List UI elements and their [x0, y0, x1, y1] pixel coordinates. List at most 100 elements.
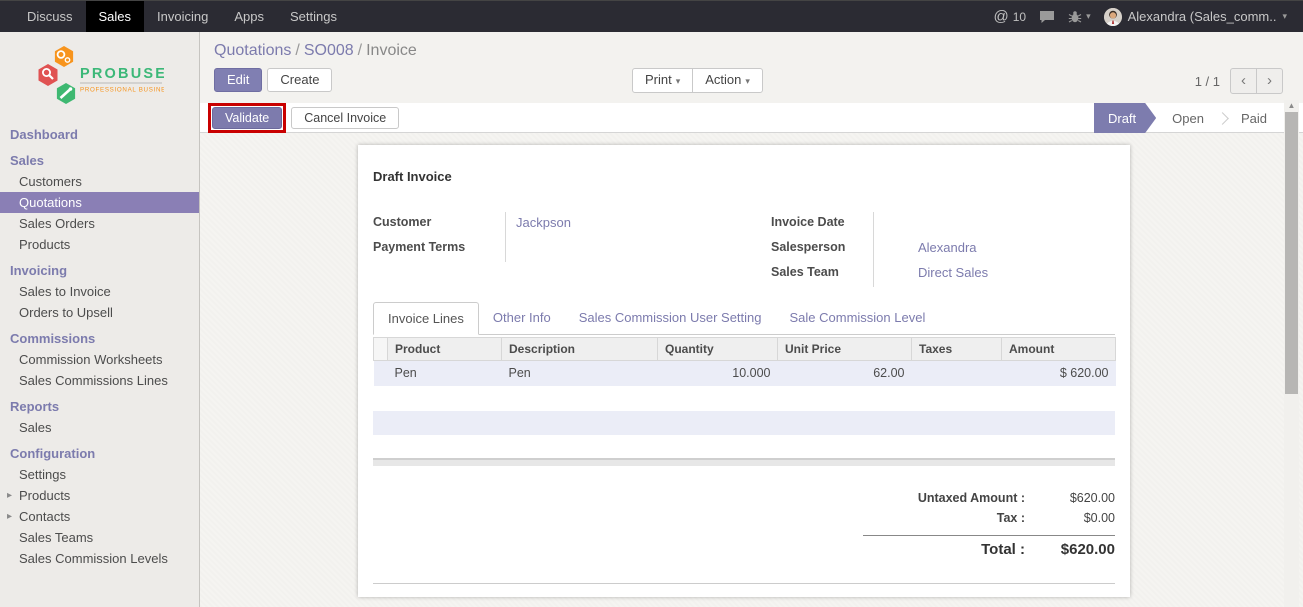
- column-header-description[interactable]: Description: [502, 338, 658, 361]
- sidebar-item-products[interactable]: Products: [0, 234, 199, 255]
- stage-paid[interactable]: Paid: [1225, 103, 1283, 133]
- nav-item-invoicing[interactable]: Invoicing: [144, 1, 221, 32]
- cancel-invoice-button[interactable]: Cancel Invoice: [291, 107, 399, 129]
- sidebar-header-dashboard: Dashboard: [0, 124, 199, 145]
- sidebar-item-quotations[interactable]: Quotations: [0, 192, 199, 213]
- create-button[interactable]: Create: [267, 68, 332, 92]
- pager-next-button[interactable]: ›: [1256, 68, 1283, 94]
- invoice-date-value[interactable]: [873, 212, 1115, 237]
- payment-terms-value[interactable]: [505, 237, 744, 262]
- scroll-up-arrow-icon[interactable]: ▲: [1284, 100, 1299, 112]
- chevron-down-icon: ▾: [1086, 11, 1091, 22]
- invoice-fields: Customer Jackpson Payment Terms Invoice …: [373, 212, 1115, 287]
- cell-product[interactable]: Pen: [388, 361, 502, 386]
- sidebar-header-sales: Sales: [0, 150, 199, 171]
- print-button[interactable]: Print▾: [632, 68, 693, 93]
- sidebar-header-commissions: Commissions: [0, 328, 199, 349]
- scrollbar-thumb[interactable]: [1285, 112, 1298, 394]
- sidebar-header-configuration: Configuration: [0, 443, 199, 464]
- sidebar-item-sales-commissions-lines[interactable]: Sales Commissions Lines: [0, 370, 199, 391]
- content-area: Draft Invoice Customer Jackpson Payment …: [200, 133, 1303, 607]
- notebook-tabs: Invoice Lines Other Info Sales Commissio…: [373, 302, 1115, 335]
- tax-value: $0.00: [1037, 511, 1115, 525]
- tax-label: Tax :: [863, 511, 1037, 525]
- tab-other-info[interactable]: Other Info: [479, 302, 565, 334]
- messages-menu[interactable]: [1039, 10, 1055, 24]
- activity-menu[interactable]: @ 10: [994, 8, 1027, 25]
- table-row[interactable]: Pen Pen 10.000 62.00 $ 620.00: [374, 361, 1116, 386]
- tab-invoice-lines[interactable]: Invoice Lines: [373, 302, 479, 335]
- sidebar-item-label: Contacts: [19, 509, 70, 524]
- expand-chevron-icon: ▸: [7, 508, 12, 525]
- activity-at-icon: @: [994, 8, 1009, 25]
- chevron-down-icon: ▾: [676, 76, 681, 86]
- action-label: Action: [705, 72, 741, 87]
- vertical-scrollbar[interactable]: ▲: [1284, 100, 1299, 607]
- breadcrumb-so008[interactable]: SO008: [304, 42, 354, 59]
- sidebar-item-reports-sales[interactable]: Sales: [0, 417, 199, 438]
- totals-block: Untaxed Amount : $620.00 Tax : $0.00 Tot…: [863, 491, 1115, 561]
- empty-line-strip: [373, 411, 1115, 435]
- total-label: Total :: [863, 541, 1037, 558]
- control-panel: Quotations/SO008/Invoice Edit Create Pri…: [200, 32, 1303, 103]
- salesperson-value[interactable]: Alexandra: [873, 237, 1115, 262]
- navbar-menus: Discuss Sales Invoicing Apps Settings: [0, 1, 350, 32]
- sidebar-item-sales-commission-levels[interactable]: Sales Commission Levels: [0, 548, 199, 569]
- sidebar-item-sales-teams[interactable]: Sales Teams: [0, 527, 199, 548]
- table-header-row: Product Description Quantity Unit Price …: [374, 338, 1116, 361]
- sidebar-item-settings[interactable]: Settings: [0, 464, 199, 485]
- sidebar-menu: Dashboard Sales Customers Quotations Sal…: [0, 124, 199, 569]
- sidebar-header-invoicing: Invoicing: [0, 260, 199, 281]
- sidebar-header-reports: Reports: [0, 396, 199, 417]
- untaxed-amount-label: Untaxed Amount :: [863, 491, 1037, 505]
- pager-previous-button[interactable]: ‹: [1230, 68, 1257, 94]
- logo-brand-text: PROBUSE: [80, 66, 164, 82]
- company-logo: PROBUSE PROFESSIONAL BUSINESS: [36, 45, 164, 114]
- horizontal-scrollbar[interactable]: [373, 458, 1115, 466]
- row-handle-cell: [374, 361, 388, 386]
- sidebar-item-orders-to-upsell[interactable]: Orders to Upsell: [0, 302, 199, 323]
- sidebar-item-customers[interactable]: Customers: [0, 171, 199, 192]
- tab-sales-commission-user-setting[interactable]: Sales Commission User Setting: [565, 302, 776, 334]
- breadcrumb-quotations[interactable]: Quotations: [214, 42, 291, 59]
- column-header-amount[interactable]: Amount: [1002, 338, 1116, 361]
- stage-draft[interactable]: Draft: [1094, 103, 1156, 133]
- customer-label: Customer: [373, 212, 505, 229]
- sheet-bottom-divider: [373, 583, 1115, 584]
- cell-quantity[interactable]: 10.000: [658, 361, 778, 386]
- validate-button[interactable]: Validate: [212, 107, 282, 129]
- statusbar: Validate Cancel Invoice Draft Open Paid: [200, 103, 1303, 133]
- nav-item-settings[interactable]: Settings: [277, 1, 350, 32]
- sales-team-value[interactable]: Direct Sales: [873, 262, 1115, 287]
- sales-team-label: Sales Team: [771, 262, 873, 279]
- debug-menu[interactable]: ▾: [1068, 10, 1091, 24]
- cell-unit-price[interactable]: 62.00: [778, 361, 912, 386]
- stage-open[interactable]: Open: [1156, 103, 1220, 133]
- column-header-unit-price[interactable]: Unit Price: [778, 338, 912, 361]
- user-menu[interactable]: Alexandra (Sales_comm.. ▾: [1104, 8, 1287, 26]
- action-button[interactable]: Action▾: [692, 68, 763, 93]
- cell-taxes[interactable]: [912, 361, 1002, 386]
- sidebar-item-label: Products: [19, 488, 70, 503]
- sidebar-item-sales-orders[interactable]: Sales Orders: [0, 213, 199, 234]
- nav-item-apps[interactable]: Apps: [221, 1, 277, 32]
- cell-amount[interactable]: $ 620.00: [1002, 361, 1116, 386]
- nav-item-discuss[interactable]: Discuss: [14, 1, 86, 32]
- sidebar-item-config-products[interactable]: ▸Products: [0, 485, 199, 506]
- invoice-title: Draft Invoice: [373, 169, 1115, 184]
- sidebar-item-contacts[interactable]: ▸ Contacts: [0, 506, 199, 527]
- column-header-taxes[interactable]: Taxes: [912, 338, 1002, 361]
- form-buttons: Edit Create: [214, 68, 332, 92]
- invoice-form-sheet: Draft Invoice Customer Jackpson Payment …: [358, 145, 1130, 597]
- sidebar-item-commission-worksheets[interactable]: Commission Worksheets: [0, 349, 199, 370]
- cell-description[interactable]: Pen: [502, 361, 658, 386]
- customer-value[interactable]: Jackpson: [505, 212, 744, 237]
- tab-sale-commission-level[interactable]: Sale Commission Level: [776, 302, 940, 334]
- sidebar-item-sales-to-invoice[interactable]: Sales to Invoice: [0, 281, 199, 302]
- edit-button[interactable]: Edit: [214, 68, 262, 92]
- messages-icon: [1039, 10, 1055, 24]
- nav-item-sales[interactable]: Sales: [86, 1, 145, 32]
- column-header-product[interactable]: Product: [388, 338, 502, 361]
- column-header-quantity[interactable]: Quantity: [658, 338, 778, 361]
- salesperson-label: Salesperson: [771, 237, 873, 254]
